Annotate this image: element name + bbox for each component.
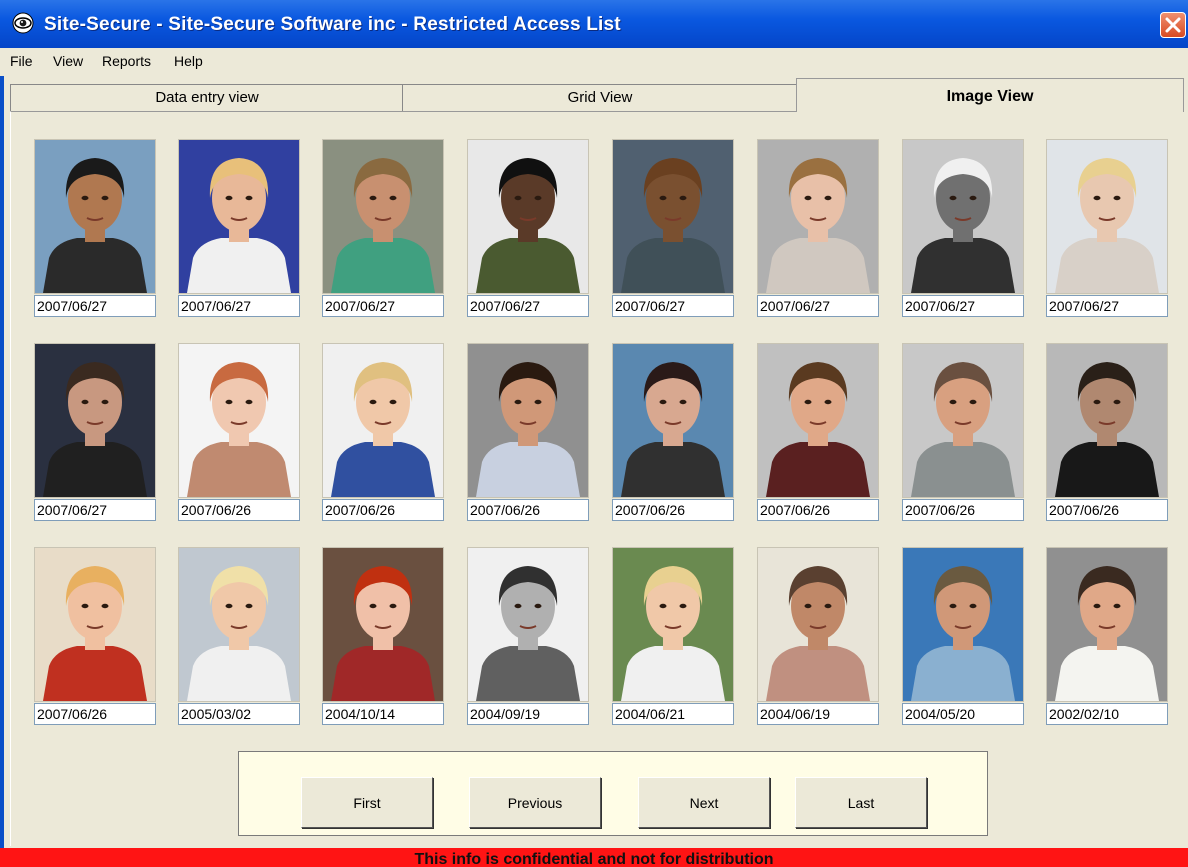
photo-date: 2007/06/27 (34, 295, 156, 317)
eye-icon (12, 12, 34, 34)
person-photo[interactable] (322, 343, 444, 498)
photo-date: 2007/06/26 (757, 499, 879, 521)
person-photo[interactable] (1046, 547, 1168, 702)
person-photo[interactable] (467, 547, 589, 702)
photo-card[interactable]: 2007/06/26 (467, 343, 591, 532)
photo-date: 2004/05/20 (902, 703, 1024, 725)
photo-date: 2007/06/27 (902, 295, 1024, 317)
confidential-banner: This info is confidential and not for di… (0, 848, 1188, 867)
photo-date: 2007/06/27 (322, 295, 444, 317)
person-photo[interactable] (467, 139, 589, 294)
photo-date: 2007/06/27 (612, 295, 734, 317)
photo-date: 2007/06/27 (467, 295, 589, 317)
window-border (0, 48, 4, 848)
photo-date: 2007/06/26 (34, 703, 156, 725)
photo-card[interactable]: 2004/10/14 (322, 547, 446, 736)
photo-date: 2004/10/14 (322, 703, 444, 725)
menu-view[interactable]: View (53, 53, 83, 69)
app-window: Site-Secure - Site-Secure Software inc -… (0, 0, 1188, 867)
photo-date: 2007/06/27 (757, 295, 879, 317)
confidential-text: This info is confidential and not for di… (414, 851, 774, 867)
person-photo[interactable] (178, 139, 300, 294)
person-photo[interactable] (467, 343, 589, 498)
person-photo[interactable] (902, 139, 1024, 294)
tab-grid-view[interactable]: Grid View (402, 84, 798, 111)
photo-card[interactable]: 2007/06/27 (612, 139, 736, 328)
photo-card[interactable]: 2004/06/21 (612, 547, 736, 736)
photo-date: 2004/09/19 (467, 703, 589, 725)
photo-card[interactable]: 2007/06/27 (467, 139, 591, 328)
menu-reports[interactable]: Reports (102, 53, 151, 69)
photo-card[interactable]: 2007/06/26 (34, 547, 158, 736)
photo-card[interactable]: 2007/06/26 (757, 343, 881, 532)
close-button[interactable] (1160, 12, 1186, 38)
photo-card[interactable]: 2005/03/02 (178, 547, 302, 736)
person-photo[interactable] (34, 343, 156, 498)
next-button-label: Next (689, 795, 719, 811)
person-photo[interactable] (34, 547, 156, 702)
person-photo[interactable] (322, 547, 444, 702)
photo-card[interactable]: 2007/06/26 (178, 343, 302, 532)
menu-bar: File View Reports Help (0, 48, 1188, 76)
photo-date: 2007/06/26 (322, 499, 444, 521)
photo-card[interactable]: 2004/09/19 (467, 547, 591, 736)
photo-date: 2002/02/10 (1046, 703, 1168, 725)
person-photo[interactable] (757, 547, 879, 702)
photo-card[interactable]: 2007/06/26 (1046, 343, 1170, 532)
window-title: Site-Secure - Site-Secure Software inc -… (44, 14, 621, 35)
photo-card[interactable]: 2007/06/26 (902, 343, 1026, 532)
close-icon (1165, 17, 1181, 33)
tab-data-entry[interactable]: Data entry view (10, 84, 404, 111)
photo-card[interactable]: 2004/06/19 (757, 547, 881, 736)
photo-card[interactable]: 2002/02/10 (1046, 547, 1170, 736)
photo-date: 2007/06/26 (178, 499, 300, 521)
menu-file[interactable]: File (10, 53, 33, 69)
tab-strip: Data entry view Grid View Image View (0, 76, 1188, 112)
photo-date: 2004/06/19 (757, 703, 879, 725)
next-button[interactable]: Next (638, 777, 770, 828)
person-photo[interactable] (902, 343, 1024, 498)
photo-card[interactable]: 2007/06/26 (322, 343, 446, 532)
last-button-label: Last (847, 795, 875, 811)
photo-card[interactable]: 2007/06/27 (322, 139, 446, 328)
person-photo[interactable] (612, 547, 734, 702)
photo-date: 2007/06/27 (34, 499, 156, 521)
photo-date: 2007/06/26 (467, 499, 589, 521)
person-photo[interactable] (612, 343, 734, 498)
person-photo[interactable] (1046, 139, 1168, 294)
person-photo[interactable] (178, 343, 300, 498)
person-photo[interactable] (902, 547, 1024, 702)
person-photo[interactable] (1046, 343, 1168, 498)
person-photo[interactable] (612, 139, 734, 294)
person-photo[interactable] (34, 139, 156, 294)
photo-date: 2007/06/27 (178, 295, 300, 317)
person-photo[interactable] (322, 139, 444, 294)
person-photo[interactable] (757, 343, 879, 498)
photo-card[interactable]: 2007/06/27 (757, 139, 881, 328)
person-photo[interactable] (757, 139, 879, 294)
photo-date: 2007/06/26 (902, 499, 1024, 521)
previous-button[interactable]: Previous (469, 777, 601, 828)
navigation-panel: First Previous Next Last (238, 751, 988, 836)
photo-card[interactable]: 2007/06/26 (612, 343, 736, 532)
photo-date: 2007/06/26 (1046, 499, 1168, 521)
photo-card[interactable]: 2007/06/27 (34, 343, 158, 532)
tab-image-view[interactable]: Image View (796, 78, 1184, 112)
menu-help[interactable]: Help (174, 53, 203, 69)
first-button[interactable]: First (301, 777, 433, 828)
title-bar[interactable]: Site-Secure - Site-Secure Software inc -… (0, 0, 1188, 49)
photo-date: 2004/06/21 (612, 703, 734, 725)
photo-date: 2005/03/02 (178, 703, 300, 725)
photo-card[interactable]: 2007/06/27 (34, 139, 158, 328)
photo-date: 2007/06/26 (612, 499, 734, 521)
photo-card[interactable]: 2004/05/20 (902, 547, 1026, 736)
photo-card[interactable]: 2007/06/27 (902, 139, 1026, 328)
previous-button-label: Previous (507, 795, 563, 811)
photo-card[interactable]: 2007/06/27 (178, 139, 302, 328)
last-button[interactable]: Last (795, 777, 927, 828)
photo-date: 2007/06/27 (1046, 295, 1168, 317)
photo-card[interactable]: 2007/06/27 (1046, 139, 1170, 328)
first-button-label: First (353, 795, 381, 811)
person-photo[interactable] (178, 547, 300, 702)
